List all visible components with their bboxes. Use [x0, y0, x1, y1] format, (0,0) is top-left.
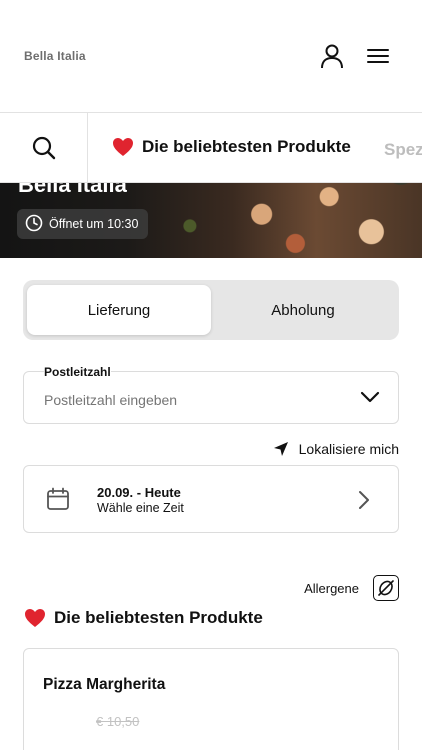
- section-title-popular: Die beliebtesten Produkte: [24, 608, 263, 628]
- category-search-button[interactable]: [0, 113, 88, 182]
- category-tab-label: Die beliebtesten Produkte: [142, 137, 351, 156]
- allergens-filter[interactable]: Allergene: [304, 575, 399, 601]
- category-tab-next[interactable]: Spez: [384, 140, 422, 160]
- choose-time-text: Wähle eine Zeit: [97, 501, 184, 515]
- heart-icon: [25, 609, 45, 627]
- app-header: Bella Italia: [0, 0, 422, 112]
- delivery-time-picker[interactable]: 20.09. - Heute Wähle eine Zeit: [23, 465, 399, 533]
- allergens-label: Allergene: [304, 580, 359, 596]
- order-mode-toggle: Lieferung Abholung: [23, 280, 399, 340]
- search-icon: [32, 136, 55, 160]
- location-arrow-icon: [273, 442, 288, 456]
- pickup-option[interactable]: Abholung: [211, 285, 395, 335]
- allergen-icon[interactable]: [373, 575, 399, 601]
- chevron-down-icon[interactable]: [360, 390, 380, 409]
- clock-icon: [25, 214, 43, 235]
- brand-name: Bella Italia: [24, 49, 86, 63]
- locate-me-label: Lokalisiere mich: [298, 441, 399, 457]
- user-account-button[interactable]: [318, 42, 346, 70]
- menu-button[interactable]: [364, 42, 392, 70]
- locate-me-button[interactable]: Lokalisiere mich: [273, 441, 399, 457]
- section-title-label: Die beliebtesten Produkte: [54, 608, 263, 627]
- selected-date: 20.09. - Heute: [97, 485, 181, 500]
- calendar-icon: [46, 487, 70, 516]
- product-card[interactable]: Pizza Margherita € 10,50: [23, 648, 399, 750]
- product-name: Pizza Margherita: [43, 676, 166, 693]
- product-old-price: € 10,50: [96, 714, 140, 729]
- user-icon: [321, 44, 343, 69]
- category-bar: Die beliebtesten Produkte Spez: [0, 112, 422, 183]
- opening-text: Öffnet um 10:30: [49, 217, 139, 231]
- postal-code-label: Postleitzahl: [44, 365, 111, 379]
- chevron-right-icon: [358, 490, 370, 515]
- opening-badge: Öffnet um 10:30: [17, 209, 149, 239]
- postal-code-input[interactable]: [44, 392, 344, 408]
- heart-icon: [113, 138, 133, 156]
- hamburger-menu-icon: [367, 49, 389, 63]
- delivery-option[interactable]: Lieferung: [27, 285, 211, 335]
- category-tab-popular[interactable]: Die beliebtesten Produkte: [112, 137, 351, 157]
